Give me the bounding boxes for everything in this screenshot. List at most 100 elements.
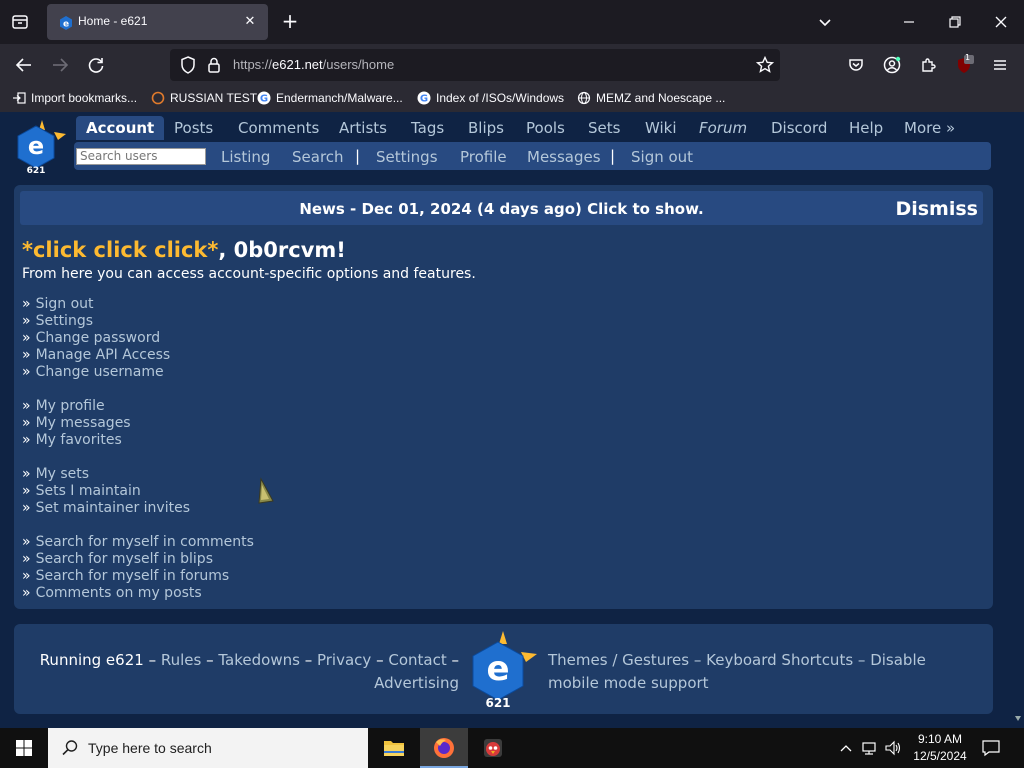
- news-banner[interactable]: News - Dec 01, 2024 (4 days ago) Click t…: [20, 191, 983, 225]
- nav-tags[interactable]: Tags: [411, 119, 444, 137]
- chevron-up-icon[interactable]: [838, 738, 854, 758]
- link-search-blips[interactable]: » Search for myself in blips: [22, 551, 254, 568]
- link-comments-on-my-posts[interactable]: » Comments on my posts: [22, 585, 254, 602]
- link-my-messages[interactable]: » My messages: [22, 415, 254, 432]
- news-text[interactable]: News - Dec 01, 2024 (4 days ago) Click t…: [20, 200, 983, 218]
- scrollbar[interactable]: [1012, 112, 1024, 728]
- subnav-listing[interactable]: Listing: [221, 148, 270, 166]
- forward-icon[interactable]: [48, 53, 72, 77]
- tab-close-icon[interactable]: ✕: [241, 13, 259, 31]
- footer-themes-link[interactable]: Themes / Gestures: [548, 651, 689, 669]
- link-my-favorites[interactable]: » My favorites: [22, 432, 254, 449]
- system-tray: [838, 728, 902, 768]
- footer-rules-link[interactable]: Rules: [161, 651, 201, 669]
- dismiss-button[interactable]: Dismiss: [895, 198, 978, 220]
- taskbar-search-placeholder: Type here to search: [88, 740, 212, 756]
- bookmark-malware[interactable]: G Endermanch/Malware...: [257, 91, 403, 109]
- minimize-icon[interactable]: [897, 10, 921, 34]
- back-icon[interactable]: [12, 53, 36, 77]
- link-sign-out[interactable]: » Sign out: [22, 296, 254, 313]
- subnav-messages[interactable]: Messages: [527, 148, 601, 166]
- footer-shortcuts-link[interactable]: Keyboard Shortcuts: [706, 651, 853, 669]
- ublock-origin-icon[interactable]: 1: [952, 53, 976, 77]
- bookmark-isos[interactable]: G Index of /ISOs/Windows: [417, 91, 564, 109]
- nav-discord[interactable]: Discord: [771, 119, 827, 137]
- volume-icon[interactable]: [884, 738, 902, 758]
- link-search-forums[interactable]: » Search for myself in forums: [22, 568, 254, 585]
- link-settings[interactable]: » Settings: [22, 313, 254, 330]
- file-explorer-icon[interactable]: [370, 728, 418, 768]
- browser-tab-active[interactable]: e Home - e621 ✕: [47, 4, 268, 40]
- clock-time: 9:10 AM: [917, 732, 963, 746]
- close-window-icon[interactable]: [989, 10, 1013, 34]
- tab-list-icon[interactable]: [8, 10, 32, 34]
- sub-nav: Search users Listing Search | Settings P…: [74, 142, 991, 170]
- bookmark-russian-test[interactable]: RUSSIAN TEST: [151, 91, 257, 109]
- network-icon[interactable]: [860, 738, 878, 758]
- taskbar-search-box[interactable]: Type here to search: [48, 728, 368, 768]
- link-set-maintainer-invites[interactable]: » Set maintainer invites: [22, 500, 254, 517]
- notifications-icon[interactable]: [980, 738, 1002, 758]
- search-icon: [60, 738, 80, 758]
- extensions-icon[interactable]: [916, 53, 940, 77]
- firefox-taskbar-icon[interactable]: [420, 728, 468, 768]
- link-my-profile[interactable]: » My profile: [22, 398, 254, 415]
- nav-artists[interactable]: Artists: [339, 119, 387, 137]
- link-manage-api-access[interactable]: » Manage API Access: [22, 347, 254, 364]
- nav-blips[interactable]: Blips: [468, 119, 504, 137]
- site-footer: Running e621 – Rules – Takedowns – Priva…: [14, 624, 993, 714]
- footer-advertising-link[interactable]: Advertising: [374, 674, 459, 692]
- nav-wiki[interactable]: Wiki: [645, 119, 677, 137]
- bookmark-import[interactable]: Import bookmarks...: [12, 91, 137, 109]
- subnav-settings[interactable]: Settings: [376, 148, 438, 166]
- nav-more[interactable]: More »: [904, 119, 955, 137]
- nav-sets[interactable]: Sets: [588, 119, 620, 137]
- nav-pools[interactable]: Pools: [526, 119, 565, 137]
- google-icon: G: [257, 91, 271, 105]
- menu-icon[interactable]: [988, 53, 1012, 77]
- e621-logo[interactable]: e 621: [14, 118, 68, 178]
- link-search-comments[interactable]: » Search for myself in comments: [22, 534, 254, 551]
- link-change-username[interactable]: » Change username: [22, 364, 254, 381]
- svg-text:G: G: [420, 94, 428, 105]
- footer-logo[interactable]: e 621: [467, 630, 541, 710]
- subnav-sign-out[interactable]: Sign out: [631, 148, 693, 166]
- nav-account[interactable]: Account: [76, 116, 165, 140]
- account-icon[interactable]: [880, 53, 904, 77]
- link-my-sets[interactable]: » My sets: [22, 466, 254, 483]
- account-panel: News - Dec 01, 2024 (4 days ago) Click t…: [14, 185, 993, 609]
- angry-birds-icon[interactable]: [469, 728, 517, 768]
- bookmark-star-icon[interactable]: [753, 53, 777, 77]
- subnav-profile[interactable]: Profile: [460, 148, 507, 166]
- restore-icon[interactable]: [943, 10, 967, 34]
- subnav-separator: |: [610, 147, 616, 165]
- subnav-search[interactable]: Search: [292, 148, 344, 166]
- animated-cursor-icon: [253, 477, 277, 507]
- bookmark-memz[interactable]: MEMZ and Noescape ...: [577, 91, 725, 109]
- nav-forum[interactable]: Forum: [699, 119, 747, 137]
- page-content: e 621 Account Posts Comments Artists Tag…: [0, 112, 1024, 728]
- link-change-password[interactable]: » Change password: [22, 330, 254, 347]
- tracking-shield-icon[interactable]: [176, 53, 200, 77]
- footer-takedowns-link[interactable]: Takedowns: [218, 651, 300, 669]
- footer-privacy-link[interactable]: Privacy: [317, 651, 371, 669]
- list-all-tabs-icon[interactable]: [813, 10, 837, 34]
- taskbar-clock[interactable]: 9:10 AM 12/5/2024: [906, 731, 974, 765]
- search-users-input[interactable]: Search users: [76, 148, 206, 165]
- footer-right: Themes / Gestures – Keyboard Shortcuts –…: [548, 651, 926, 692]
- nav-comments[interactable]: Comments: [238, 119, 319, 137]
- nav-posts[interactable]: Posts: [174, 119, 213, 137]
- start-button[interactable]: [0, 728, 48, 768]
- svg-text:G: G: [260, 94, 268, 105]
- lock-icon[interactable]: [202, 53, 226, 77]
- footer-contact-link[interactable]: Contact: [388, 651, 446, 669]
- svg-text:e: e: [486, 649, 509, 689]
- pocket-icon[interactable]: [844, 53, 868, 77]
- url-text[interactable]: https://e621.net/users/home: [233, 57, 394, 72]
- nav-help[interactable]: Help: [849, 119, 883, 137]
- globe-ring-icon: [151, 91, 165, 105]
- new-tab-icon[interactable]: +: [278, 10, 302, 34]
- reload-icon[interactable]: [84, 53, 108, 77]
- link-sets-i-maintain[interactable]: » Sets I maintain: [22, 483, 254, 500]
- address-bar[interactable]: https://e621.net/users/home: [170, 49, 780, 81]
